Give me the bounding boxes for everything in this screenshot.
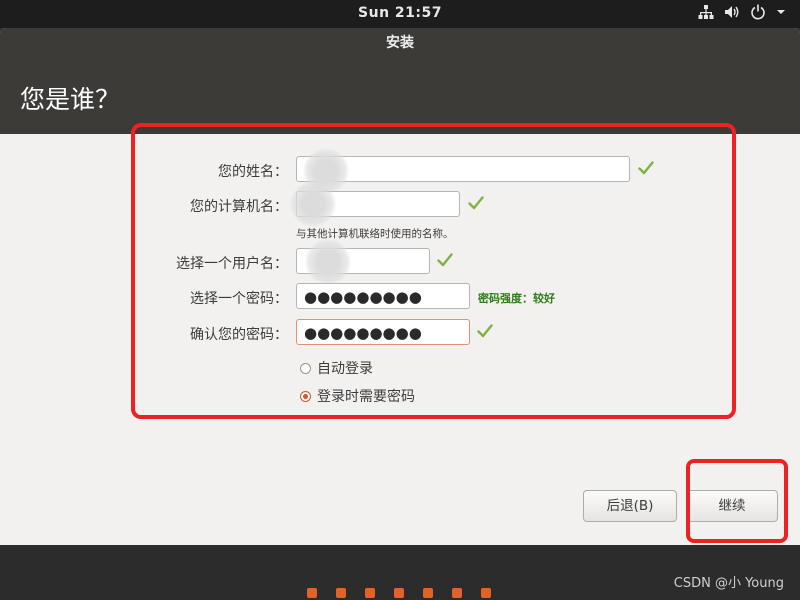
window-title: 安装 — [0, 28, 800, 58]
back-button[interactable]: 后退(B) — [583, 490, 677, 522]
progress-step — [452, 588, 462, 598]
progress-step — [307, 588, 317, 598]
progress-step — [423, 588, 433, 598]
progress-step — [336, 588, 346, 598]
volume-icon[interactable] — [724, 4, 740, 20]
progress-step — [394, 588, 404, 598]
watermark: CSDN @小 Young — [673, 576, 784, 591]
page-title: 您是谁？ — [20, 85, 121, 114]
progress-step — [481, 588, 491, 598]
progress-step — [365, 588, 375, 598]
network-icon[interactable] — [698, 4, 714, 20]
annotation-highlight-continue — [686, 459, 788, 543]
clock[interactable]: Sun 21:57 — [0, 5, 800, 21]
top-panel: Sun 21:57 — [0, 0, 800, 28]
power-icon[interactable] — [750, 4, 766, 20]
annotation-highlight-form — [131, 123, 736, 419]
system-tray[interactable] — [698, 4, 786, 20]
chevron-down-icon[interactable] — [776, 4, 786, 20]
